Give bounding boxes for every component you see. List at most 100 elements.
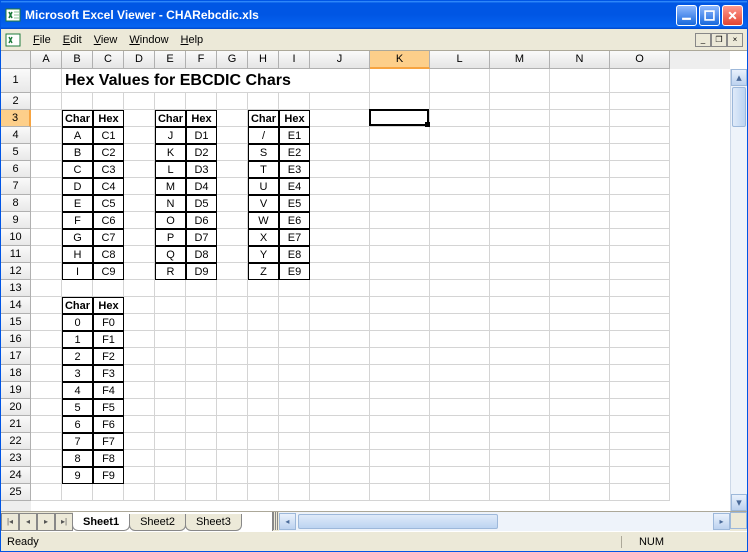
cell[interactable] xyxy=(430,69,490,93)
cell[interactable] xyxy=(279,297,310,314)
cell[interactable] xyxy=(31,348,62,365)
data-cell[interactable]: Q xyxy=(155,246,186,263)
data-cell[interactable]: F xyxy=(62,212,93,229)
data-cell[interactable]: D4 xyxy=(186,178,217,195)
row-header-22[interactable]: 22 xyxy=(1,433,31,450)
cell[interactable] xyxy=(248,93,279,110)
cell[interactable] xyxy=(62,484,93,501)
cell[interactable] xyxy=(490,331,550,348)
cell[interactable] xyxy=(370,484,430,501)
cell[interactable] xyxy=(186,450,217,467)
sheet-tab-sheet3[interactable]: Sheet3 xyxy=(185,514,242,531)
data-cell[interactable]: C5 xyxy=(93,195,124,212)
cell[interactable] xyxy=(124,382,155,399)
cell[interactable] xyxy=(279,382,310,399)
data-cell[interactable]: A xyxy=(62,127,93,144)
cell[interactable] xyxy=(370,314,430,331)
cell[interactable] xyxy=(31,416,62,433)
cell[interactable] xyxy=(490,110,550,127)
col-header-F[interactable]: F xyxy=(186,51,217,69)
cell[interactable] xyxy=(155,382,186,399)
cell[interactable] xyxy=(370,297,430,314)
cell[interactable] xyxy=(490,69,550,93)
data-cell[interactable]: F4 xyxy=(93,382,124,399)
data-cell[interactable]: D1 xyxy=(186,127,217,144)
data-cell[interactable]: F7 xyxy=(93,433,124,450)
cell[interactable] xyxy=(370,229,430,246)
cell[interactable] xyxy=(310,127,370,144)
cell[interactable] xyxy=(370,93,430,110)
cell[interactable] xyxy=(370,433,430,450)
cell[interactable] xyxy=(550,297,610,314)
cell[interactable] xyxy=(490,263,550,280)
cell[interactable] xyxy=(279,365,310,382)
cell-grid[interactable]: Hex Values for EBCDIC CharsCharHexAC1BC2… xyxy=(31,69,730,511)
row-header-8[interactable]: 8 xyxy=(1,195,31,212)
data-cell[interactable]: C1 xyxy=(93,127,124,144)
row-header-12[interactable]: 12 xyxy=(1,263,31,280)
mdi-minimize-button[interactable]: _ xyxy=(695,33,711,47)
scroll-up-button[interactable]: ▴ xyxy=(731,69,747,86)
cell[interactable] xyxy=(550,484,610,501)
cell[interactable] xyxy=(31,467,62,484)
data-cell[interactable]: F5 xyxy=(93,399,124,416)
data-cell[interactable]: D3 xyxy=(186,161,217,178)
cell[interactable] xyxy=(217,263,248,280)
cell[interactable] xyxy=(124,331,155,348)
tab-nav-next[interactable]: ▸ xyxy=(37,513,55,531)
cell[interactable] xyxy=(279,280,310,297)
cell[interactable] xyxy=(124,348,155,365)
row-header-7[interactable]: 7 xyxy=(1,178,31,195)
cell[interactable] xyxy=(62,93,93,110)
cell[interactable] xyxy=(186,416,217,433)
cell[interactable] xyxy=(310,110,370,127)
cell[interactable] xyxy=(310,263,370,280)
cell[interactable] xyxy=(370,416,430,433)
cell[interactable] xyxy=(279,416,310,433)
cell[interactable] xyxy=(248,365,279,382)
cell[interactable] xyxy=(31,433,62,450)
cell[interactable] xyxy=(31,110,62,127)
cell[interactable] xyxy=(550,69,610,93)
cell[interactable] xyxy=(155,450,186,467)
data-cell[interactable]: Hex xyxy=(279,110,310,127)
cell[interactable] xyxy=(186,365,217,382)
cell[interactable] xyxy=(217,433,248,450)
cell[interactable] xyxy=(490,467,550,484)
data-cell[interactable]: Char xyxy=(62,110,93,127)
col-header-B[interactable]: B xyxy=(62,51,93,69)
cell[interactable] xyxy=(430,331,490,348)
row-header-17[interactable]: 17 xyxy=(1,348,31,365)
cell[interactable] xyxy=(217,365,248,382)
cell[interactable] xyxy=(31,229,62,246)
data-cell[interactable]: O xyxy=(155,212,186,229)
data-cell[interactable]: J xyxy=(155,127,186,144)
col-header-G[interactable]: G xyxy=(217,51,248,69)
cell[interactable] xyxy=(610,365,670,382)
cell[interactable] xyxy=(155,365,186,382)
cell[interactable] xyxy=(248,314,279,331)
cell[interactable] xyxy=(310,416,370,433)
cell[interactable] xyxy=(370,161,430,178)
cell[interactable] xyxy=(490,399,550,416)
data-cell[interactable]: W xyxy=(248,212,279,229)
cell[interactable] xyxy=(550,314,610,331)
cell[interactable] xyxy=(550,110,610,127)
cell[interactable] xyxy=(430,450,490,467)
cell[interactable] xyxy=(430,195,490,212)
data-cell[interactable]: D5 xyxy=(186,195,217,212)
data-cell[interactable]: M xyxy=(155,178,186,195)
cell[interactable] xyxy=(31,127,62,144)
cell[interactable] xyxy=(490,229,550,246)
data-cell[interactable]: N xyxy=(155,195,186,212)
cell[interactable] xyxy=(490,161,550,178)
data-cell[interactable]: 5 xyxy=(62,399,93,416)
menu-window[interactable]: Window xyxy=(123,32,174,48)
cell[interactable] xyxy=(610,467,670,484)
cell[interactable] xyxy=(124,314,155,331)
row-header-25[interactable]: 25 xyxy=(1,484,31,501)
cell[interactable] xyxy=(610,280,670,297)
cell[interactable] xyxy=(610,450,670,467)
cell[interactable] xyxy=(124,433,155,450)
cell[interactable] xyxy=(279,450,310,467)
